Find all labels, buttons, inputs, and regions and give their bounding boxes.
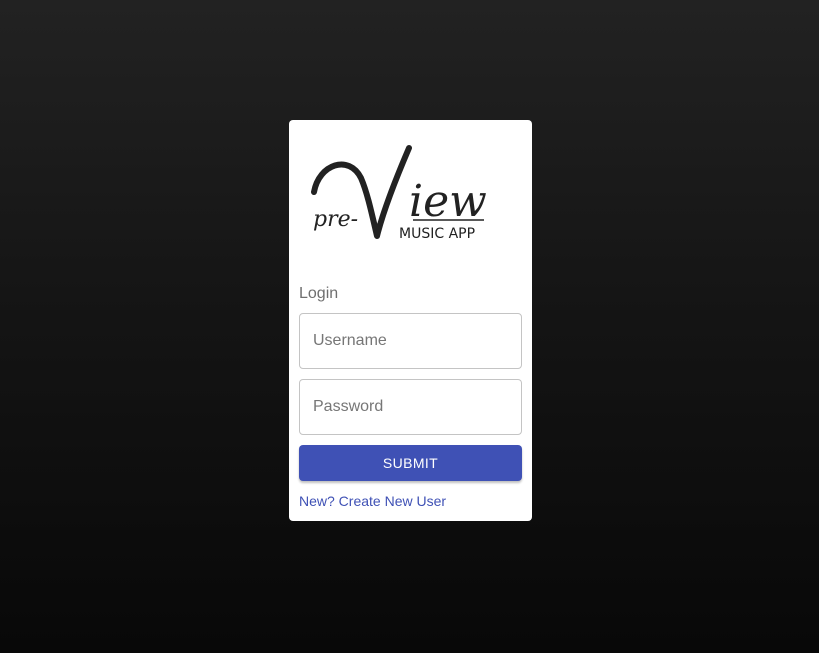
logo-prefix: pre- (313, 207, 358, 232)
submit-button[interactable]: SUBMIT (299, 445, 522, 481)
app-logo: pre- iew MUSIC APP (309, 140, 514, 250)
create-new-user-link[interactable]: New? Create New User (299, 493, 446, 509)
password-input[interactable] (299, 379, 522, 435)
logo-subtitle: MUSIC APP (399, 226, 475, 242)
login-card: pre- iew MUSIC APP Login SUBMIT New? Cre… (289, 120, 532, 521)
username-input[interactable] (299, 313, 522, 369)
login-heading: Login (299, 285, 339, 302)
